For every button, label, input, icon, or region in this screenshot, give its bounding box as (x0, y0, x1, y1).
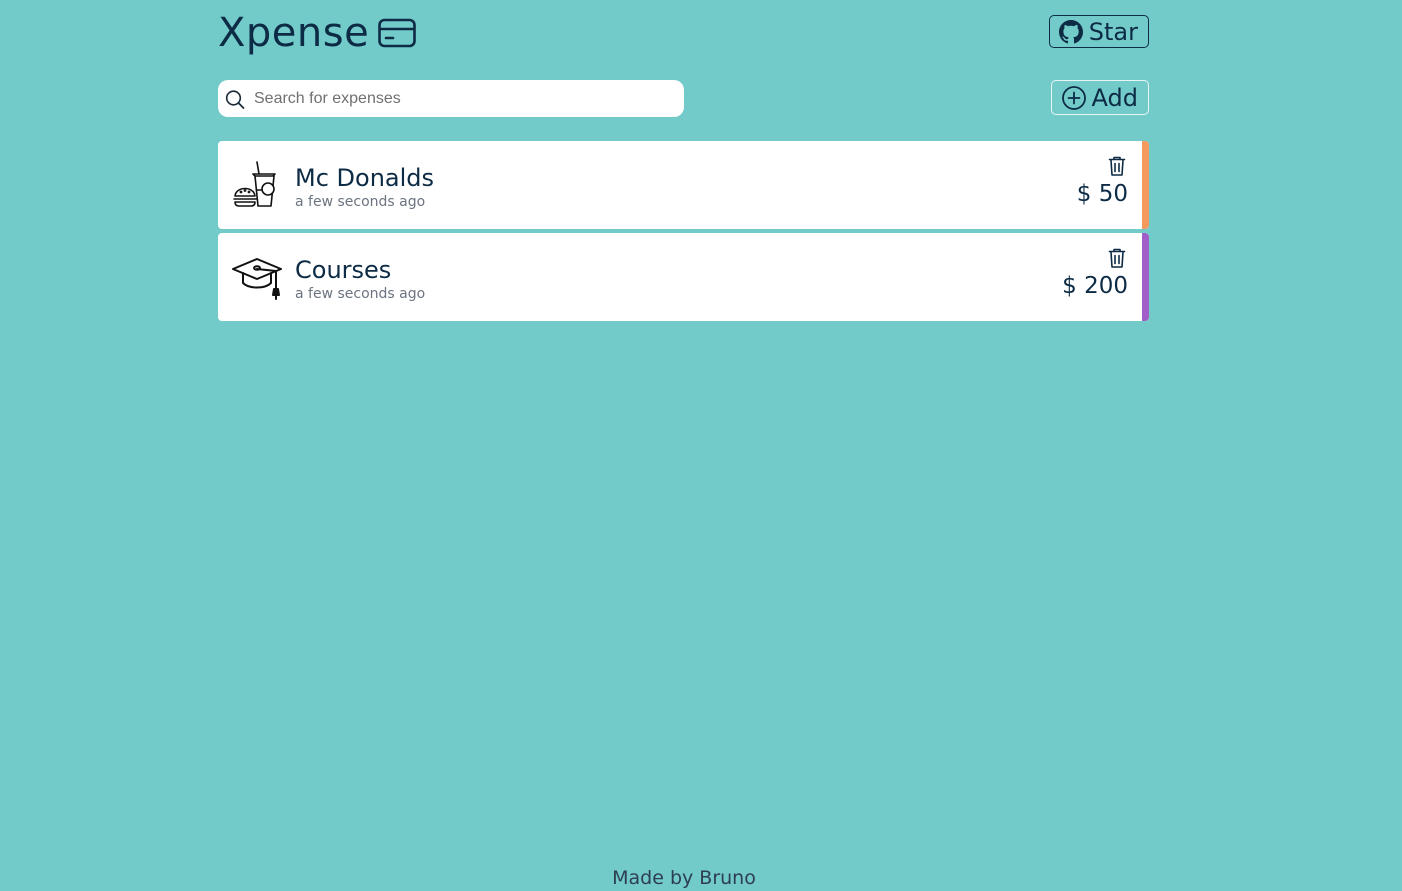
expense-card: Courses a few seconds ago $ 200 (218, 233, 1149, 321)
star-label: Star (1088, 17, 1138, 46)
expense-text: Mc Donalds a few seconds ago (295, 163, 434, 211)
expense-right: $ 50 (1077, 141, 1128, 229)
github-star-button[interactable]: Star (1048, 15, 1149, 48)
add-expense-button[interactable]: Add (1050, 80, 1149, 115)
header: Xpense Star (218, 0, 1149, 70)
add-label: Add (1091, 83, 1138, 112)
footer: Made by Bruno (0, 867, 1368, 891)
expense-text: Courses a few seconds ago (295, 255, 425, 303)
graduation-cap-icon (231, 251, 283, 303)
expense-time: a few seconds ago (295, 194, 426, 210)
credit-card-icon (377, 17, 417, 49)
fast-food-icon (231, 159, 283, 211)
app-container: Xpense Star Search for expenses Add Mc D… (218, 0, 1149, 325)
trash-icon[interactable] (1106, 247, 1128, 269)
expense-title: Courses (295, 256, 392, 284)
expense-title: Mc Donalds (295, 164, 435, 192)
expense-right: $ 200 (1062, 233, 1128, 321)
app-title: Xpense (218, 10, 370, 56)
brand: Xpense (218, 10, 417, 56)
search-icon (224, 88, 246, 110)
footer-credit: Made by Bruno (612, 867, 756, 889)
expense-amount: $ 50 (1076, 181, 1128, 207)
expense-amount: $ 200 (1062, 273, 1128, 299)
search-box (218, 80, 684, 117)
trash-icon[interactable] (1106, 155, 1128, 177)
toolbar: Add (218, 70, 1149, 141)
expense-list: Mc Donalds a few seconds ago $ 50 Course… (218, 141, 1149, 321)
github-icon (1058, 19, 1083, 44)
plus-circle-icon (1061, 85, 1087, 111)
search-input[interactable] (252, 88, 676, 109)
expense-card: Mc Donalds a few seconds ago $ 50 (218, 141, 1149, 229)
category-color-stripe (1142, 233, 1149, 321)
category-color-stripe (1142, 141, 1149, 229)
expense-time: a few seconds ago (295, 286, 426, 302)
